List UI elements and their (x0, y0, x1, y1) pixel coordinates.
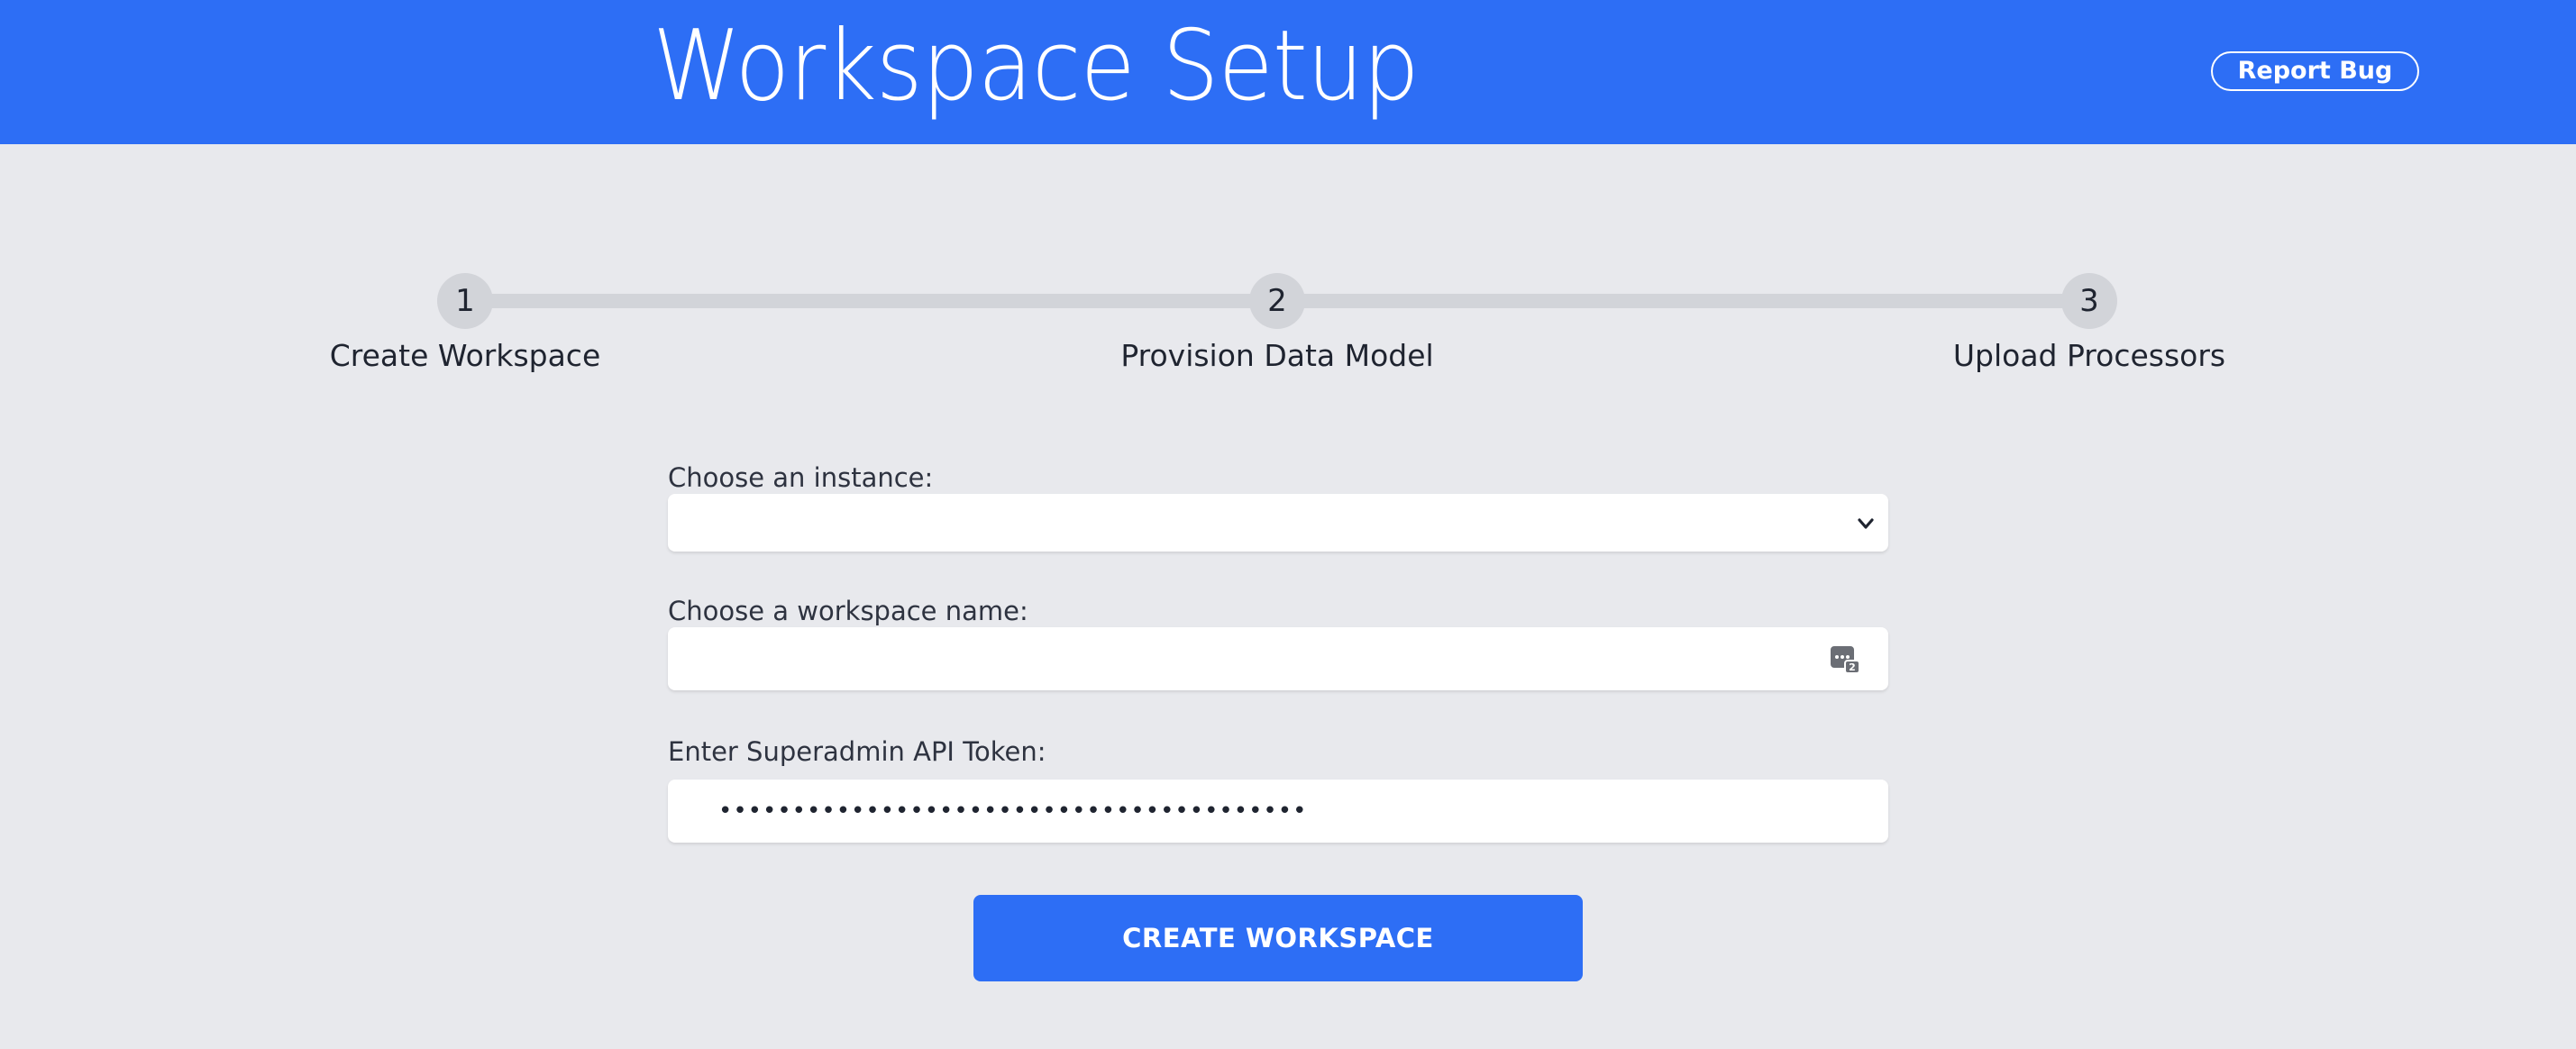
step-number: 3 (2061, 273, 2117, 329)
workspace-name-input[interactable] (668, 627, 1888, 690)
page-title: Workspace Setup (653, 10, 1420, 123)
api-token-label: Enter Superadmin API Token: (668, 736, 1046, 767)
instance-select[interactable] (668, 494, 1888, 552)
workspace-name-field[interactable]: 2 (668, 627, 1888, 690)
step-number: 2 (1249, 273, 1305, 329)
header-bar: Workspace Setup Report Bug (0, 0, 2576, 144)
report-bug-button[interactable]: Report Bug (2211, 51, 2419, 91)
workspace-form: Choose an instance: Choose a workspace n… (668, 461, 1888, 843)
instance-label: Choose an instance: (668, 462, 934, 493)
password-manager-icon[interactable]: 2 (1829, 643, 1861, 675)
step-label: Provision Data Model (1120, 338, 1434, 373)
create-workspace-button[interactable]: CREATE WORKSPACE (973, 895, 1583, 981)
step-number: 1 (437, 273, 493, 329)
chevron-down-icon (1858, 518, 1874, 529)
step-create-workspace: 1 Create Workspace (195, 273, 735, 374)
svg-text:2: 2 (1849, 661, 1856, 673)
step-upload-processors: 3 Upload Processors (1819, 273, 2360, 374)
workspace-name-label: Choose a workspace name: (668, 596, 1028, 626)
step-label: Upload Processors (1952, 338, 2226, 373)
api-token-value: •••••••••••••••••••••••••••••••••••••••• (718, 798, 1308, 825)
step-provision-data-model: 2 Provision Data Model (1007, 273, 1548, 374)
api-token-field[interactable]: •••••••••••••••••••••••••••••••••••••••• (668, 780, 1888, 843)
step-label: Create Workspace (329, 338, 601, 373)
